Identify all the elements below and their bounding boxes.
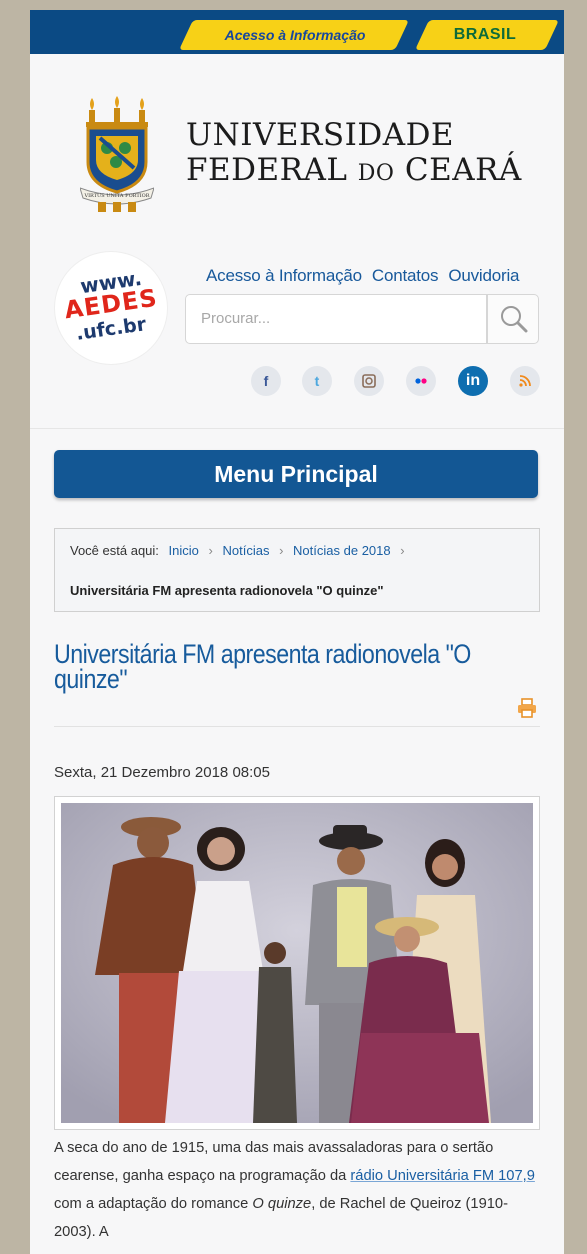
article-photo[interactable] bbox=[61, 803, 533, 1123]
uni-word-federal: FEDERAL bbox=[186, 152, 348, 188]
aedes-campaign-logo[interactable]: www. AEDES .ufc.br bbox=[55, 252, 167, 364]
university-name-line2: FEDERAL DO CEARÁ bbox=[186, 153, 522, 191]
article-photo-frame bbox=[54, 796, 540, 1130]
breadcrumb-prefix: Você está aqui: bbox=[70, 543, 159, 558]
breadcrumb-item-noticias[interactable]: Notícias bbox=[222, 543, 269, 558]
main-menu-button[interactable]: Menu Principal bbox=[54, 450, 538, 498]
rss-icon[interactable] bbox=[510, 366, 540, 396]
article-title[interactable]: Universitária FM apresenta radionovela "… bbox=[54, 641, 518, 693]
article-body-part2: com a adaptação do romance bbox=[54, 1196, 253, 1212]
radio-link[interactable]: rádio Universitária FM 107,9 bbox=[350, 1168, 534, 1184]
article-divider bbox=[54, 726, 540, 727]
instagram-icon[interactable] bbox=[354, 366, 384, 396]
chevron-right-icon: › bbox=[400, 543, 405, 558]
link-ouvidoria[interactable]: Ouvidoria bbox=[448, 266, 519, 285]
breadcrumb: Você está aqui: Inicio › Notícias › Notí… bbox=[54, 528, 540, 612]
breadcrumb-item-inicio[interactable]: Inicio bbox=[169, 543, 199, 558]
novel-title: O quinze bbox=[252, 1196, 312, 1212]
print-icon[interactable] bbox=[516, 697, 538, 719]
university-name[interactable]: UNIVERSIDADE FEDERAL DO CEARÁ bbox=[186, 118, 522, 191]
flickr-icon[interactable] bbox=[406, 366, 436, 396]
breadcrumb-item-noticias-2018[interactable]: Notícias de 2018 bbox=[293, 543, 391, 558]
chevron-right-icon: › bbox=[279, 543, 284, 558]
article-body: A seca do ano de 1915, uma das mais avas… bbox=[54, 1134, 544, 1246]
article-date: Sexta, 21 Dezembro 2018 08:05 bbox=[54, 764, 270, 781]
page: Acesso à Informação BRASIL VIRTUS UNITA … bbox=[30, 10, 564, 1254]
brasil-link[interactable]: BRASIL bbox=[430, 26, 540, 44]
crest-motto: VIRTUS UNITA FORTIOR bbox=[83, 193, 149, 199]
university-name-line1: UNIVERSIDADE bbox=[186, 117, 455, 153]
breadcrumb-current: Universitária FM apresenta radionovela "… bbox=[70, 583, 384, 598]
facebook-icon[interactable]: f bbox=[251, 366, 281, 396]
top-links: Acesso à Informação Contatos Ouvidoria bbox=[206, 266, 529, 286]
link-contatos[interactable]: Contatos bbox=[372, 266, 439, 285]
search-icon bbox=[501, 306, 528, 333]
breadcrumb-trail: Você está aqui: Inicio › Notícias › Notí… bbox=[70, 543, 411, 558]
government-bar: Acesso à Informação BRASIL bbox=[30, 10, 564, 54]
link-acesso-informacao[interactable]: Acesso à Informação bbox=[206, 266, 362, 285]
search-input[interactable]: Procurar... bbox=[185, 294, 487, 344]
linkedin-icon[interactable]: in bbox=[458, 366, 488, 396]
header-divider bbox=[30, 428, 564, 429]
search-button[interactable] bbox=[487, 294, 539, 344]
uni-word-ceara: CEARÁ bbox=[404, 152, 522, 188]
twitter-icon[interactable]: t bbox=[302, 366, 332, 396]
university-crest-logo[interactable]: VIRTUS UNITA FORTIOR bbox=[80, 96, 154, 214]
access-info-link[interactable]: Acesso à Informação bbox=[210, 27, 380, 43]
chevron-right-icon: › bbox=[208, 543, 213, 558]
uni-word-do: DO bbox=[357, 161, 395, 186]
